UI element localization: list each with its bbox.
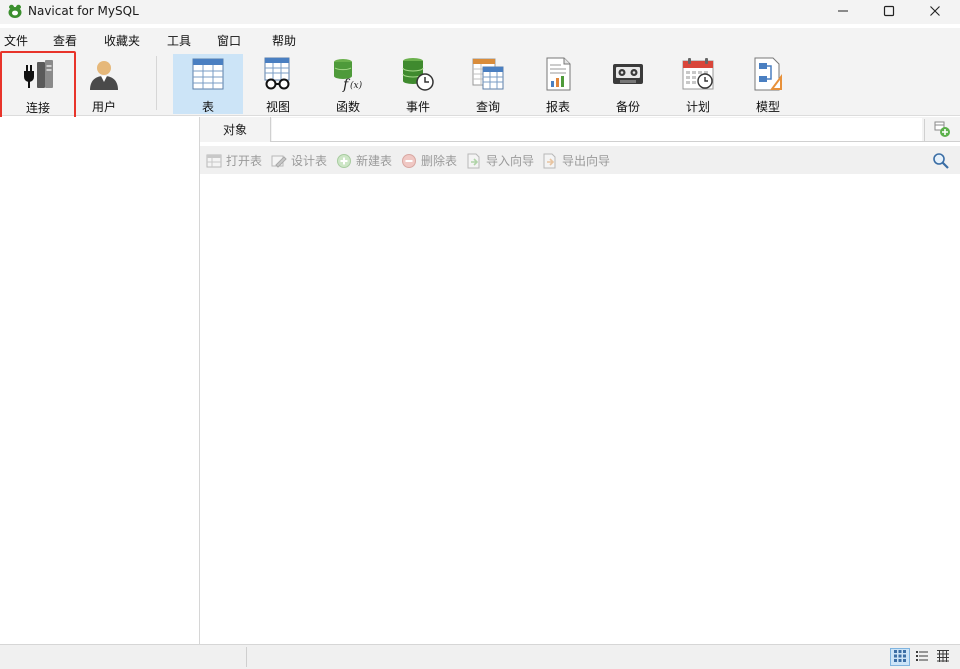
open-table-icon <box>206 153 222 169</box>
svg-text:(x): (x) <box>350 80 363 91</box>
maximize-icon <box>883 5 895 20</box>
tool-label: 用户 <box>91 100 116 114</box>
design-table-button[interactable]: 设计表 <box>271 152 327 169</box>
view-glasses-icon <box>260 56 296 92</box>
tool-label: 事件 <box>405 100 430 114</box>
tool-label: 查询 <box>475 100 500 114</box>
model-button[interactable]: 模型 <box>733 54 803 114</box>
connection-plug-icon <box>20 57 56 93</box>
calendar-schedule-icon <box>680 56 716 92</box>
open-table-button[interactable]: 打开表 <box>206 152 262 169</box>
user-button[interactable]: 用户 <box>69 54 139 114</box>
menu-window[interactable]: 窗口 <box>217 32 241 49</box>
delete-table-button[interactable]: 删除表 <box>401 152 457 169</box>
tab-bar: 对象 <box>200 117 960 142</box>
tool-label: 计划 <box>685 100 710 114</box>
action-label: 设计表 <box>291 154 328 168</box>
backup-tape-icon <box>610 56 646 92</box>
add-tab-icon <box>933 120 951 141</box>
action-label: 删除表 <box>421 154 458 168</box>
menu-view[interactable]: 查看 <box>53 32 77 49</box>
backup-button[interactable]: 备份 <box>593 54 663 114</box>
tool-label: 报表 <box>545 100 570 114</box>
tab-objects[interactable]: 对象 <box>200 117 271 142</box>
search-button[interactable] <box>932 152 950 170</box>
tool-label: 视图 <box>265 100 290 114</box>
menu-file[interactable]: 文件 <box>4 32 28 49</box>
maximize-button[interactable] <box>866 0 912 24</box>
import-wizard-icon <box>466 153 482 169</box>
main-toolbar: 连接 用户 表 视图 f (x) 函数 事件 查询 报表 备份 计划 模型 <box>0 50 960 119</box>
object-list-area[interactable] <box>201 174 960 644</box>
tab-strip-area <box>272 118 922 141</box>
export-wizard-button[interactable]: 导出向导 <box>542 152 610 169</box>
large-icons-view-button[interactable] <box>890 648 910 666</box>
window-title: Navicat for MySQL <box>28 4 139 18</box>
add-table-icon <box>336 153 352 169</box>
connection-button[interactable]: 连接 <box>0 51 76 119</box>
title-bar: Navicat for MySQL <box>0 0 960 24</box>
table-icon <box>190 56 226 92</box>
large-icons-view-icon <box>893 649 907 666</box>
list-view-button[interactable] <box>912 648 932 666</box>
import-wizard-button[interactable]: 导入向导 <box>466 152 534 169</box>
tool-label: 连接 <box>25 101 50 115</box>
close-button[interactable] <box>912 0 958 24</box>
close-icon <box>929 5 941 20</box>
design-table-icon <box>271 153 287 169</box>
export-wizard-icon <box>542 153 558 169</box>
event-button[interactable]: 事件 <box>383 54 453 114</box>
toolbar-separator <box>156 56 157 110</box>
status-segment <box>0 647 247 667</box>
detail-grid-view-button[interactable] <box>933 648 953 666</box>
report-icon <box>540 56 576 92</box>
tool-label: 模型 <box>755 100 780 114</box>
navicat-leaf-icon <box>7 3 23 19</box>
menu-bar: 文件 查看 收藏夹 工具 窗口 帮助 <box>0 28 960 50</box>
user-icon <box>86 56 122 92</box>
status-bar <box>0 644 960 669</box>
minimize-button[interactable] <box>820 0 866 24</box>
new-table-button[interactable]: 新建表 <box>336 152 392 169</box>
action-label: 导出向导 <box>562 154 611 168</box>
tool-label: 备份 <box>615 100 640 114</box>
tool-label: 表 <box>201 100 214 114</box>
event-clock-icon <box>400 56 436 92</box>
detail-grid-view-icon <box>936 649 950 666</box>
menu-favorites[interactable]: 收藏夹 <box>104 32 140 49</box>
search-icon <box>932 153 950 173</box>
report-button[interactable]: 报表 <box>523 54 593 114</box>
action-label: 新建表 <box>356 154 393 168</box>
list-view-icon <box>915 649 929 666</box>
object-action-bar: 打开表 设计表 新建表 删除表 导入向导 导出向导 <box>200 146 960 174</box>
schedule-button[interactable]: 计划 <box>663 54 733 114</box>
menu-help[interactable]: 帮助 <box>272 32 296 49</box>
table-button[interactable]: 表 <box>173 54 243 114</box>
model-diagram-icon <box>750 56 786 92</box>
query-button[interactable]: 查询 <box>453 54 523 114</box>
view-button[interactable]: 视图 <box>243 54 313 114</box>
new-tab-button[interactable] <box>924 119 958 141</box>
function-fx-icon: f (x) <box>330 56 366 93</box>
minimize-icon <box>837 5 849 20</box>
connection-tree-pane[interactable] <box>0 117 200 644</box>
action-label: 打开表 <box>226 154 263 168</box>
menu-tools[interactable]: 工具 <box>167 32 191 49</box>
tool-label: 函数 <box>335 100 360 114</box>
query-table-icon <box>470 56 506 92</box>
function-button[interactable]: f (x) 函数 <box>313 54 383 114</box>
delete-table-icon <box>401 153 417 169</box>
action-label: 导入向导 <box>486 154 535 168</box>
